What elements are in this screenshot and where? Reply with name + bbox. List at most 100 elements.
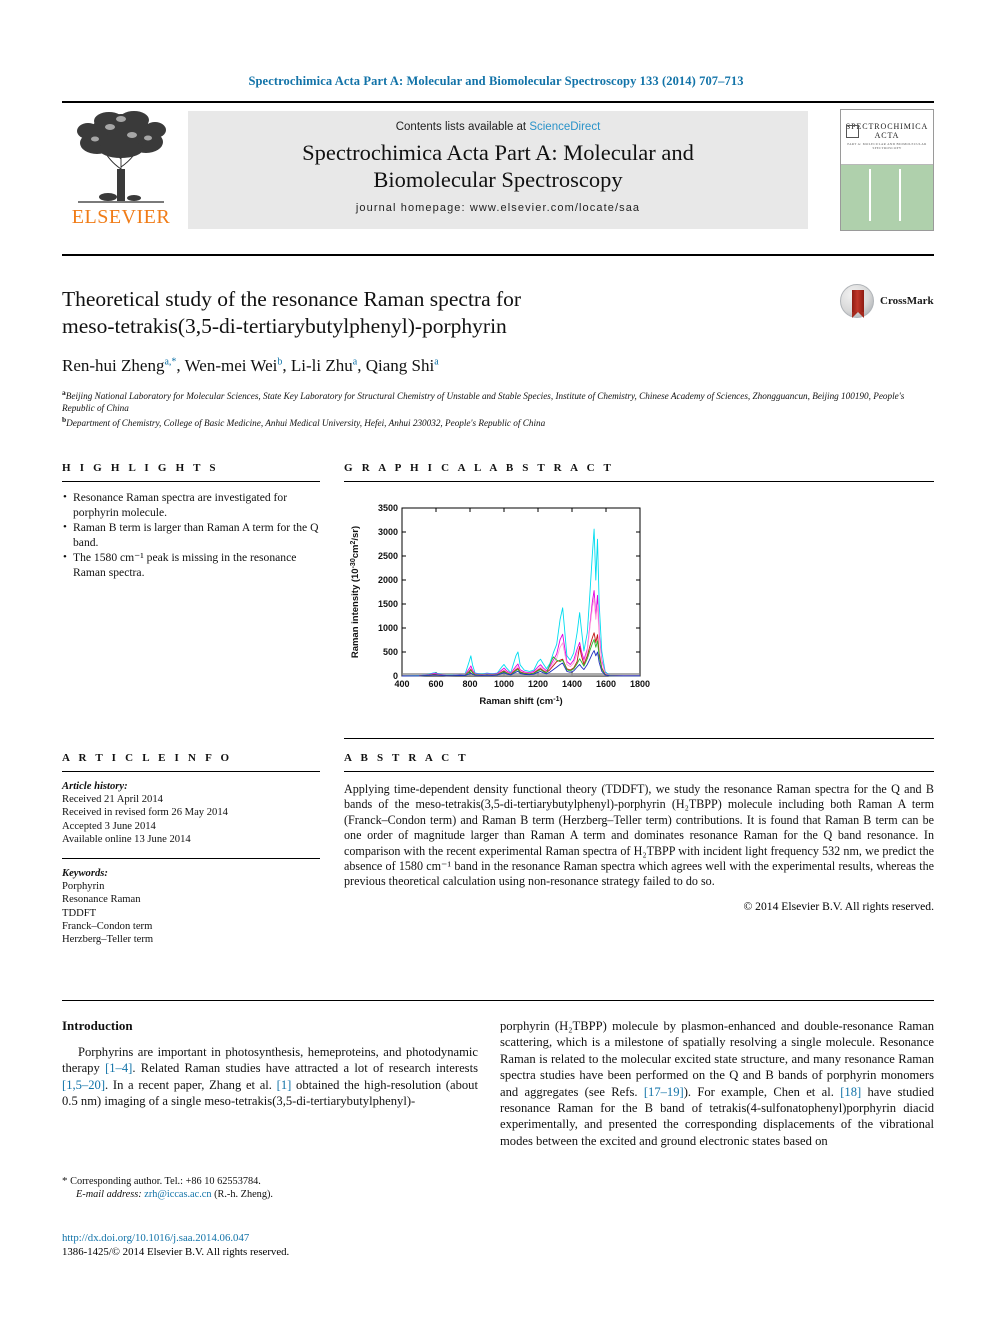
citation-17-19[interactable]: [17–19] [644,1085,684,1099]
svg-text:1600: 1600 [596,679,616,689]
graphical-abstract-bottom-rule [344,738,934,739]
cover-body: ELSEVIER [841,165,933,230]
author-list: Ren-hui Zhenga,*, Wen-mei Weib, Li-li Zh… [62,356,439,375]
email-owner: (R.-h. Zheng). [214,1189,273,1201]
corresponding-author-line: * Corresponding author. Tel.: +86 10 625… [62,1175,478,1188]
intro-text-6: ). For example, Chen et al. [683,1084,841,1099]
sciencedirect-link[interactable]: ScienceDirect [529,121,600,133]
email-label: E-mail address: [76,1189,142,1201]
abstract-bottom-rule [62,1000,934,1001]
list-item: Raman B term is larger than Raman A term… [62,520,320,550]
article-title-line1: Theoretical study of the resonance Raman… [62,287,522,311]
journal-band: Contents lists available at ScienceDirec… [188,111,808,229]
author-4-name: Qiang Shi [365,356,435,375]
page-title: Theoretical study of the resonance Raman… [62,286,762,340]
svg-text:Raman intensity (10-30cm2/sr): Raman intensity (10-30cm2/sr) [350,526,362,658]
article-info-rule [62,771,320,772]
affiliation-a-text: Beijing National Laboratory for Molecula… [62,391,905,413]
title-top-rule [62,254,934,256]
chart-svg: 400 600 800 1000 1200 1400 1600 180005001000150… [350,503,651,708]
list-item: Resonance Raman spectra are investigated… [62,490,320,520]
elsevier-logo: ELSEVIER [62,109,180,229]
citation-1[interactable]: [1] [277,1078,292,1092]
svg-text:1800: 1800 [630,679,650,689]
citation-1-5-20[interactable]: [1,5–20] [62,1078,105,1092]
journal-title-line1: Spectrochimica Acta Part A: Molecular an… [302,140,694,165]
intro-text-2: . Related Raman studies have attracted a… [132,1061,478,1076]
abstract-body: Applying time-dependent density function… [344,782,934,889]
title-block: CrossMark Theoretical study of the reson… [62,254,934,430]
author-3[interactable]: Li-li Zhua [291,356,357,375]
history-item: Received in revised form 26 May 2014 [62,807,228,819]
cover-mini-logo-icon [846,125,859,138]
abstract-heading: A B S T R A C T [344,752,469,764]
svg-text:0: 0 [393,671,398,681]
citation-1-4[interactable]: [1–4] [105,1061,132,1075]
svg-text:1400: 1400 [562,679,582,689]
svg-text:2500: 2500 [378,551,398,561]
article-info-heading: A R T I C L E I N F O [62,752,233,764]
author-4-marks: a [434,356,439,368]
intro-text-3: . In a recent paper, Zhang et al. [105,1077,277,1092]
svg-text:600: 600 [428,679,443,689]
list-item: The 1580 cm⁻¹ peak is missing in the res… [62,550,320,580]
corresponding-author-text: Corresponding author. Tel.: +86 10 62553… [70,1176,261,1187]
author-1-marks: a,* [164,356,177,368]
svg-text:3000: 3000 [378,527,398,537]
raman-spectra-chart: 400 600 800 1000 1200 1400 1600 1800 0 500 1000 150… [344,494,652,732]
keyword-item: TDDFT [62,907,97,919]
elsevier-wordmark: ELSEVIER [71,206,171,228]
article-history-label: Article history: [62,781,128,792]
crossmark-badge[interactable]: CrossMark [840,284,934,320]
intro-paragraph-right: porphyrin (H₂TBPP) molecule by plasmon-e… [500,1018,934,1149]
svg-text:Raman shift (cm-1): Raman shift (cm-1) [479,696,562,708]
svg-text:500: 500 [383,647,398,657]
crossmark-label: CrossMark [880,295,934,307]
doi-block: http://dx.doi.org/10.1016/j.saa.2014.06.… [62,1232,482,1260]
email-line: E-mail address: zrh@iccas.ac.cn (R.-h. Z… [62,1188,478,1201]
article-title-line2: meso-tetrakis(3,5-di-tertiarybutylphenyl… [62,314,507,338]
section-title-introduction: Introduction [62,1018,133,1033]
contents-prefix: Contents lists available at [395,121,530,133]
author-2[interactable]: Wen-mei Weib [185,356,283,375]
asterisk-icon: * [62,1175,68,1187]
graphical-abstract-figure: 400 600 800 1000 1200 1400 1600 1800 0 500 1000 150… [344,494,934,734]
svg-text:3500: 3500 [378,503,398,513]
issn-copyright-line: 1386-1425/© 2014 Elsevier B.V. All right… [62,1245,290,1258]
history-item: Available online 13 June 2014 [62,833,191,845]
svg-text:1000: 1000 [378,623,398,633]
svg-text:1000: 1000 [494,679,514,689]
contents-available-line: Contents lists available at ScienceDirec… [188,121,808,133]
svg-text:1200: 1200 [528,679,548,689]
article-info-separator [62,858,320,860]
author-3-name: Li-li Zhu [290,356,353,375]
body-column-right: porphyrin (H₂TBPP) molecule by plasmon-e… [500,1018,934,1149]
cover-subtitle: PART A: MOLECULAR AND BIOMOLECULAR SPECT… [847,142,927,150]
highlights-heading: H I G H L I G H T S [62,462,219,474]
journal-homepage-line[interactable]: journal homepage: www.elsevier.com/locat… [188,202,808,214]
graphical-abstract-heading: G R A P H I C A L A B S T R A C T [344,462,615,474]
email-link[interactable]: zrh@iccas.ac.cn [144,1189,211,1200]
svg-text:800: 800 [462,679,477,689]
keyword-item: Franck–Condon term [62,920,153,932]
author-1-name: Ren-hui Zheng [62,356,165,375]
footnote-block: * Corresponding author. Tel.: +86 10 625… [62,1175,478,1202]
author-4[interactable]: Qiang Shia [366,356,439,375]
abstract-rule [344,771,934,772]
keywords-label: Keywords: [62,868,108,880]
author-2-name: Wen-mei Wei [184,356,278,375]
paper-page: Spectrochimica Acta Part A: Molecular an… [0,0,992,1323]
keyword-item: Herzberg–Teller term [62,934,154,946]
running-head: Spectrochimica Acta Part A: Molecular an… [248,74,744,88]
citation-18[interactable]: [18] [840,1085,861,1099]
intro-paragraph-left: Porphyrins are important in photosynthes… [62,1044,478,1110]
graphical-abstract-rule [344,481,934,482]
keyword-item: Resonance Raman [62,894,141,906]
keywords-block: Keywords: Porphyrin Resonance Raman TDDF… [62,867,320,946]
doi-link[interactable]: http://dx.doi.org/10.1016/j.saa.2014.06.… [62,1232,482,1246]
svg-text:1500: 1500 [378,599,398,609]
author-1[interactable]: Ren-hui Zhenga,* [62,356,176,375]
article-history: Article history: Received 21 April 2014 … [62,780,320,846]
author-2-marks: b [277,356,283,368]
affiliations: aBeijing National Laboratory for Molecul… [62,387,932,430]
